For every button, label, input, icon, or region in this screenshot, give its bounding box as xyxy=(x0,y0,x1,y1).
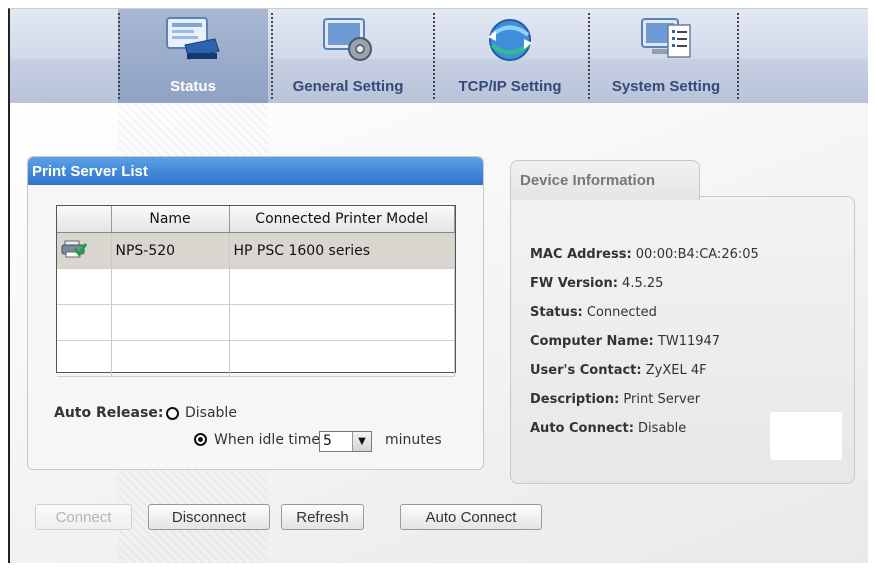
tab-divider xyxy=(737,13,739,99)
auto-release-idle-label: When idle time xyxy=(214,432,321,448)
info-status: Status: Connected xyxy=(530,305,657,320)
column-header-model[interactable]: Connected Printer Model xyxy=(229,206,455,233)
idle-time-value: 5 xyxy=(323,433,332,449)
tab-system-setting-label: System Setting xyxy=(611,78,721,95)
auto-release-label: Auto Release: xyxy=(54,405,164,421)
auto-release-idle-radio[interactable] xyxy=(194,433,207,446)
tab-divider xyxy=(271,13,273,99)
info-computer-name: Computer Name: TW11947 xyxy=(530,334,721,349)
column-header-name[interactable]: Name xyxy=(111,206,230,233)
info-users-contact: User's Contact: ZyXEL 4F xyxy=(530,363,707,378)
table-header-row: Name Connected Printer Model xyxy=(57,206,455,233)
print-server-list-panel: Print Server List Name Connected Printer… xyxy=(27,156,484,470)
tab-status-label: Status xyxy=(170,78,216,95)
minutes-label: minutes xyxy=(385,432,442,448)
info-fw-version: FW Version: 4.5.25 xyxy=(530,276,664,291)
connect-button[interactable]: Connect xyxy=(35,504,132,530)
tab-divider xyxy=(118,13,120,99)
table-row[interactable] xyxy=(57,268,455,305)
column-header-icon xyxy=(57,206,112,233)
tab-tcpip-setting-label: TCP/IP Setting xyxy=(458,78,562,95)
disconnect-button[interactable]: Disconnect xyxy=(148,504,270,530)
info-description: Description: Print Server xyxy=(530,392,701,407)
tab-general-setting[interactable]: General Setting xyxy=(274,9,422,103)
auto-release-disable-label: Disable xyxy=(185,405,237,421)
info-mac-address: MAC Address: 00:00:B4:CA:26:05 xyxy=(530,247,759,262)
monitor-gear-icon xyxy=(318,15,378,65)
print-server-table: Name Connected Printer Model NPS-520 HP … xyxy=(56,205,456,377)
tab-divider xyxy=(588,13,590,99)
top-navigation-bar: Status General Setting TCP/IP Setting Sy… xyxy=(10,9,868,103)
auto-release-disable-radio[interactable] xyxy=(166,407,179,420)
status-monitor-icon xyxy=(163,15,223,65)
tab-general-setting-label: General Setting xyxy=(292,78,404,95)
device-information-tab[interactable]: Device Information xyxy=(510,160,700,200)
auto-connect-button[interactable]: Auto Connect xyxy=(400,504,542,530)
monitor-checklist-icon xyxy=(636,15,696,65)
network-globe-icon xyxy=(480,15,540,65)
printer-connected-icon xyxy=(57,232,112,269)
print-server-list-title: Print Server List xyxy=(28,157,483,185)
printer-name-cell: NPS-520 xyxy=(111,232,230,269)
refresh-button[interactable]: Refresh xyxy=(281,504,364,530)
table-row[interactable] xyxy=(57,340,455,377)
info-auto-connect: Auto Connect: Disable xyxy=(530,421,687,436)
tab-tcpip-setting[interactable]: TCP/IP Setting xyxy=(436,9,584,103)
tab-system-setting[interactable]: System Setting xyxy=(592,9,740,103)
blank-area xyxy=(770,412,842,460)
chevron-down-icon[interactable]: ▼ xyxy=(352,432,371,451)
table-row[interactable] xyxy=(57,304,455,341)
table-row[interactable]: NPS-520 HP PSC 1600 series xyxy=(57,232,455,269)
tab-divider xyxy=(433,13,435,99)
printer-model-cell: HP PSC 1600 series xyxy=(229,232,455,269)
tab-status[interactable]: Status xyxy=(118,9,268,103)
idle-time-select[interactable]: 5 ▼ xyxy=(319,431,372,452)
